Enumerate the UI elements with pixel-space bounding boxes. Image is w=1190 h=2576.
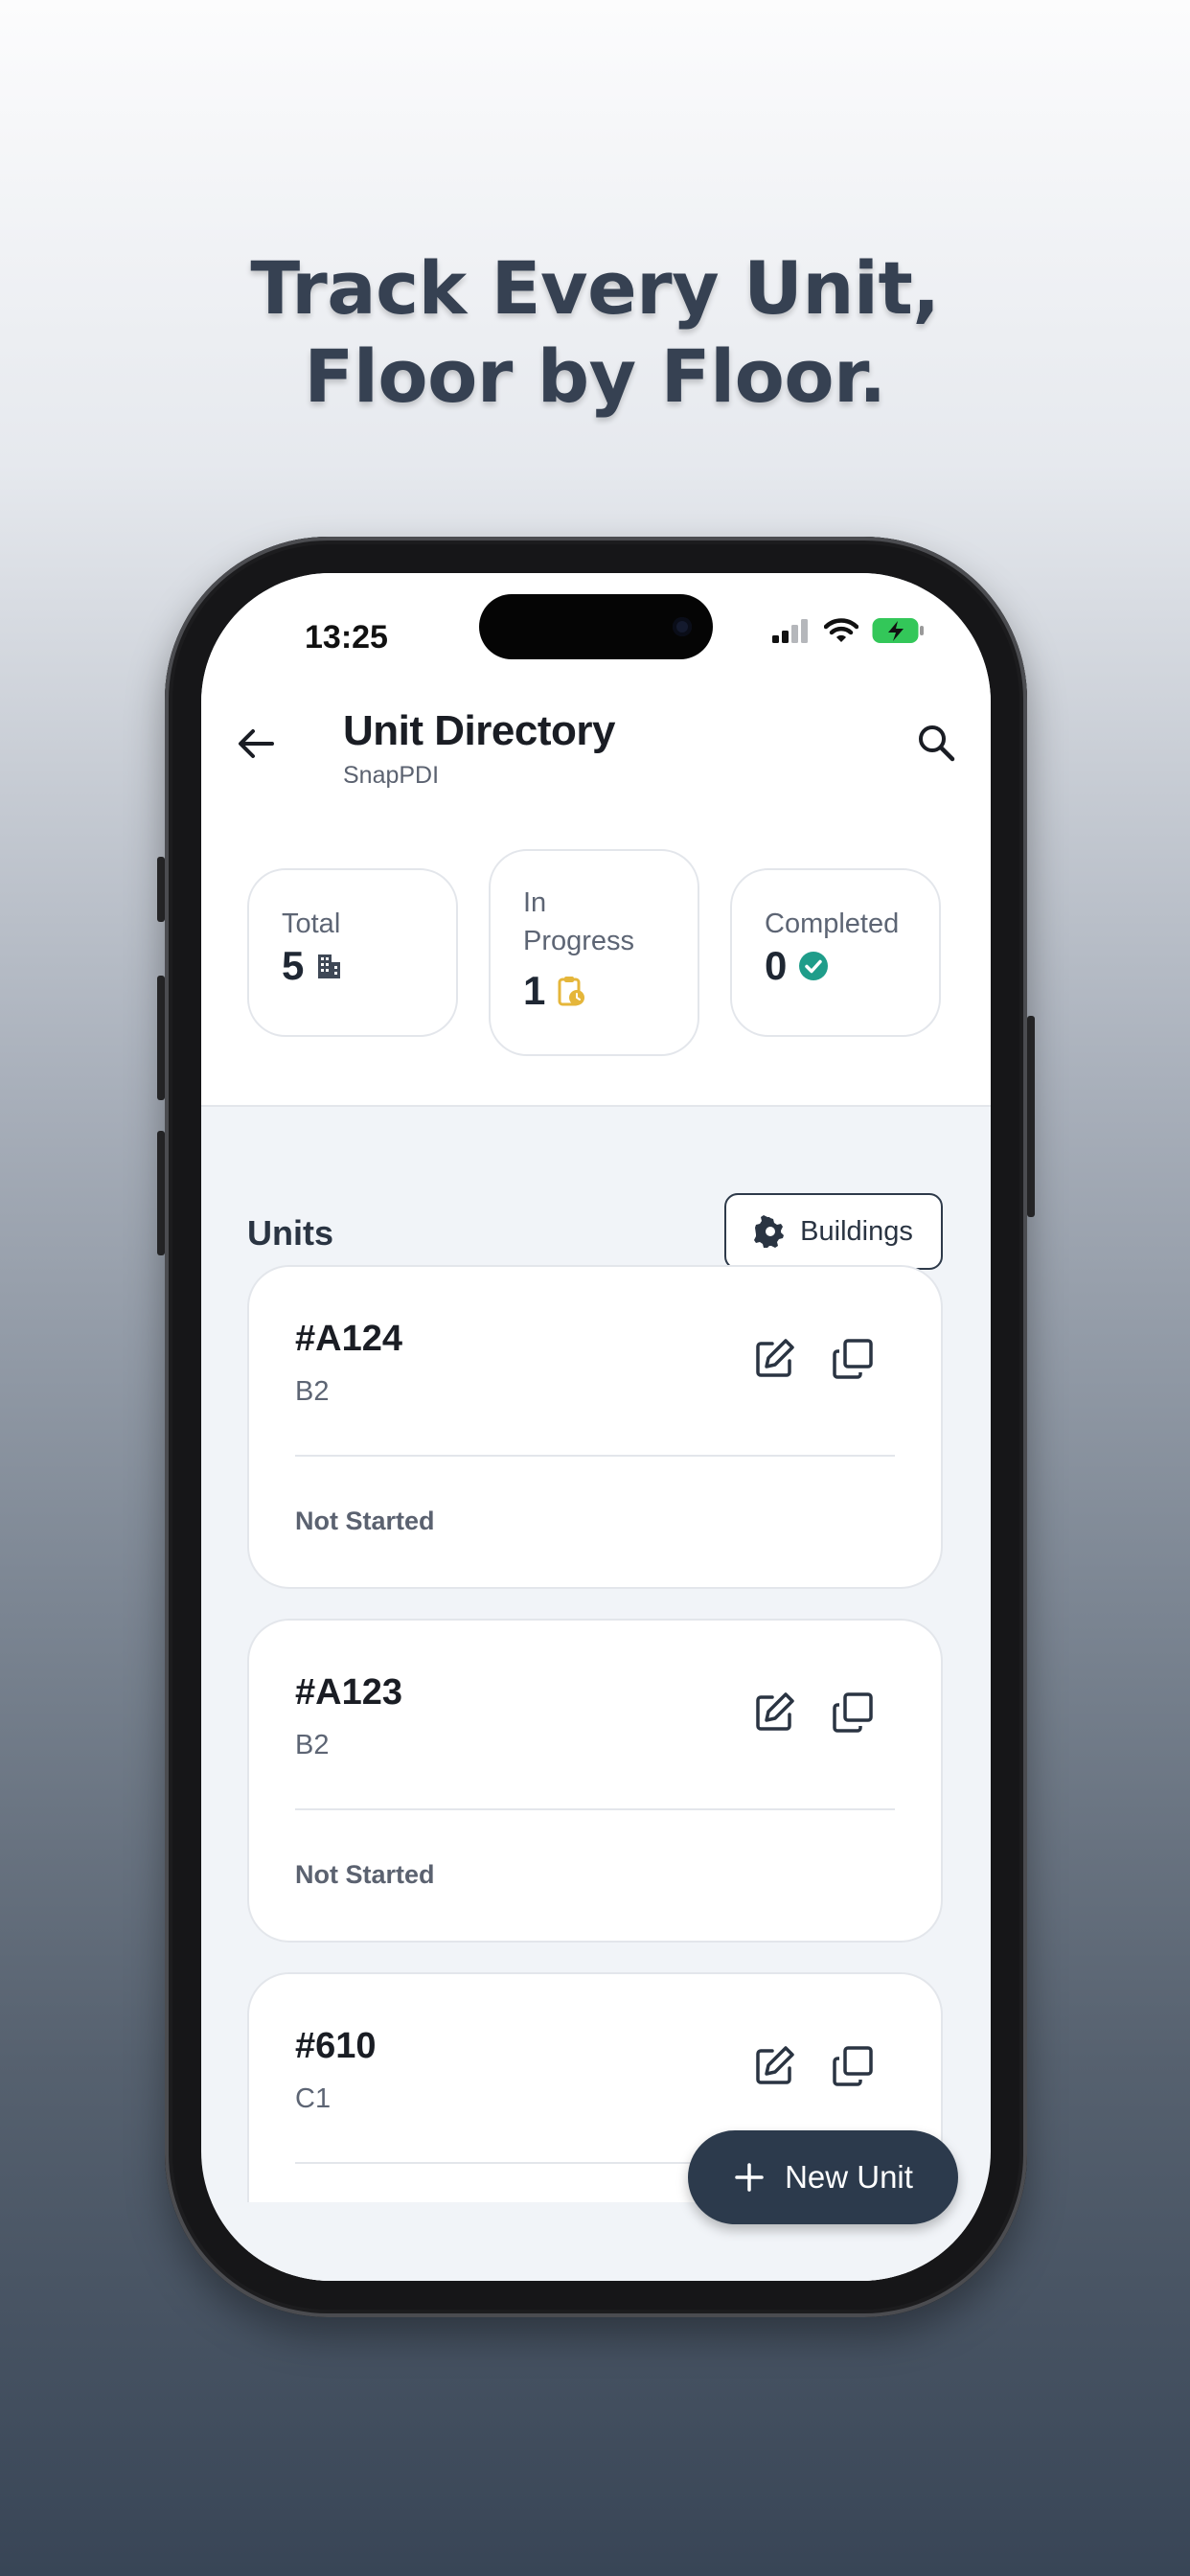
signal-icon [772,619,808,643]
clipboard-clock-icon [558,977,585,1006]
stat-in-progress-value-row: 1 [523,968,665,1014]
unit-status: Not Started [295,1506,435,1535]
headline: Track Every Unit, Floor by Floor. [0,244,1190,421]
unit-building: C1 [295,2083,332,2114]
stat-completed-label: Completed [765,908,900,939]
edit-icon[interactable] [751,2043,797,2089]
new-unit-label: New Unit [785,2159,913,2195]
stat-total-value: 5 [282,943,305,988]
status-icons [772,617,926,644]
units-section-title: Units [247,1213,333,1253]
page-subtitle: SnapPDI [343,762,440,789]
stat-total: Total 5 [247,868,458,1037]
arrow-left-icon[interactable] [230,717,284,770]
unit-status: Not Started [295,1860,435,1889]
headline-line-1: Track Every Unit, [250,245,940,331]
stat-in-progress: In Progress 1 [489,849,699,1056]
dynamic-island [479,594,713,659]
power-button [1027,1016,1035,1217]
wifi-icon [824,618,858,642]
card-divider [295,1808,895,1810]
plus-icon [735,2163,764,2192]
volume-up-button [157,976,165,1100]
unit-number: #610 [295,2026,377,2066]
stat-total-label: Total [282,908,341,939]
stat-total-value-row: 5 [282,943,423,989]
edit-icon[interactable] [751,1336,797,1382]
phone-frame: Unit Directory SnapPDI 13:25 Total 5 In … [165,537,1027,2317]
unit-number: #A124 [295,1319,402,1359]
volume-down-button [157,1131,165,1255]
buildings-button-label: Buildings [800,1215,913,1247]
search-icon[interactable] [912,719,962,769]
check-circle-icon [799,952,829,980]
mute-switch [157,857,165,922]
duplicate-icon[interactable] [830,2043,876,2089]
unit-building: B2 [295,1376,330,1407]
stat-completed: Completed 0 [730,868,941,1037]
unit-number: #A123 [295,1672,402,1713]
unit-card[interactable]: #A124 B2 Not Started [247,1265,943,1589]
battery-charging-icon [872,618,924,643]
stat-in-progress-value: 1 [523,968,546,1013]
building-icon [318,954,341,978]
stat-completed-value: 0 [765,943,788,988]
buildings-button[interactable]: Buildings [724,1193,943,1270]
page-title: Unit Directory [343,707,615,754]
card-divider [295,1455,895,1457]
camera-icon [673,617,692,636]
new-unit-button[interactable]: New Unit [688,2130,958,2224]
headline-line-2: Floor by Floor. [304,334,886,419]
edit-icon[interactable] [751,1690,797,1736]
gear-icon [754,1215,785,1248]
duplicate-icon[interactable] [830,1336,876,1382]
stat-completed-value-row: 0 [765,943,906,989]
status-time: 13:25 [305,619,388,656]
unit-card[interactable]: #A123 B2 Not Started [247,1619,943,1943]
phone-screen: Unit Directory SnapPDI 13:25 Total 5 In … [201,573,991,2281]
stat-in-progress-label: In Progress [523,887,635,956]
unit-building: B2 [295,1730,330,1760]
duplicate-icon[interactable] [830,1690,876,1736]
stats-panel: Total 5 In Progress 1 Completed 0 [201,803,991,1107]
